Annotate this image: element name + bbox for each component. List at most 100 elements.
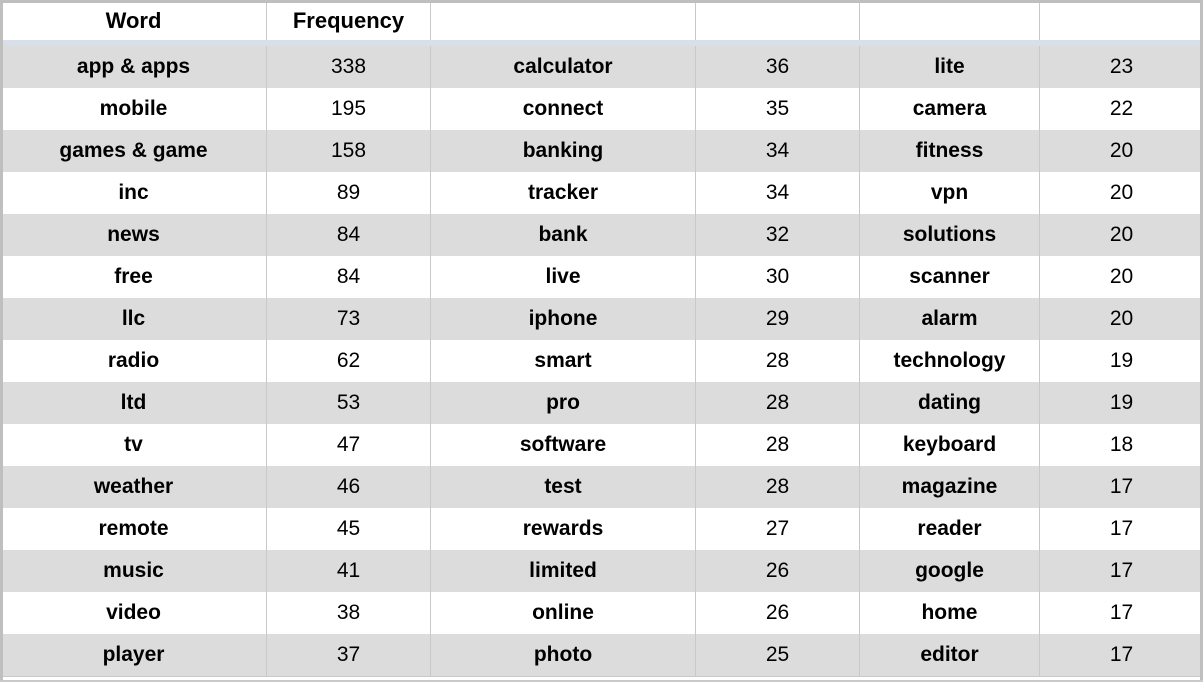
word-cell-2[interactable]: photo [430, 634, 696, 677]
word-cell-2[interactable]: iphone [430, 298, 696, 340]
frequency-cell-3[interactable]: 20 [1039, 214, 1203, 256]
table-row[interactable]: remote 45 rewards 27 reader 17 [0, 508, 1203, 550]
frequency-cell-1[interactable]: 41 [266, 550, 431, 592]
table-row[interactable]: inc 89 tracker 34 vpn 20 [0, 172, 1203, 214]
frequency-cell-1[interactable]: 47 [266, 424, 431, 466]
frequency-cell-1[interactable]: 89 [266, 172, 431, 214]
column-header-word-3[interactable] [859, 0, 1040, 40]
frequency-cell-2[interactable]: 35 [695, 88, 860, 130]
word-cell-3[interactable]: camera [859, 88, 1040, 130]
frequency-cell-3[interactable]: 20 [1039, 298, 1203, 340]
frequency-cell-2[interactable]: 29 [695, 298, 860, 340]
frequency-cell-2[interactable]: 26 [695, 592, 860, 634]
word-cell-2[interactable]: bank [430, 214, 696, 256]
word-cell-2[interactable]: software [430, 424, 696, 466]
frequency-cell-3[interactable]: 17 [1039, 634, 1203, 677]
word-cell-1[interactable]: app & apps [0, 46, 267, 88]
frequency-cell-2[interactable]: 27 [695, 508, 860, 550]
column-header-word-2[interactable] [430, 0, 696, 40]
frequency-cell-3[interactable]: 17 [1039, 508, 1203, 550]
table-row[interactable]: news 84 bank 32 solutions 20 [0, 214, 1203, 256]
frequency-cell-1[interactable]: 53 [266, 382, 431, 424]
table-row[interactable]: app & apps 338 calculator 36 lite 23 [0, 46, 1203, 88]
table-row[interactable]: tv 47 software 28 keyboard 18 [0, 424, 1203, 466]
word-cell-2[interactable]: tracker [430, 172, 696, 214]
frequency-cell-1[interactable]: 84 [266, 214, 431, 256]
table-row[interactable]: llc 73 iphone 29 alarm 20 [0, 298, 1203, 340]
word-cell-3[interactable]: google [859, 550, 1040, 592]
frequency-cell-1[interactable]: 73 [266, 298, 431, 340]
frequency-cell-2[interactable]: 28 [695, 466, 860, 508]
word-cell-1[interactable]: free [0, 256, 267, 298]
word-cell-1[interactable]: player [0, 634, 267, 677]
word-cell-1[interactable]: radio [0, 340, 267, 382]
frequency-cell-3[interactable]: 20 [1039, 172, 1203, 214]
table-row[interactable]: player 37 photo 25 editor 17 [0, 634, 1203, 677]
frequency-cell-3[interactable]: 20 [1039, 256, 1203, 298]
word-cell-3[interactable]: scanner [859, 256, 1040, 298]
word-cell-3[interactable]: home [859, 592, 1040, 634]
column-header-word-1[interactable]: Word [0, 0, 267, 40]
word-cell-2[interactable]: test [430, 466, 696, 508]
word-cell-1[interactable]: music [0, 550, 267, 592]
frequency-cell-3[interactable]: 19 [1039, 382, 1203, 424]
word-cell-3[interactable]: lite [859, 46, 1040, 88]
word-cell-1[interactable]: video [0, 592, 267, 634]
frequency-cell-3[interactable]: 17 [1039, 592, 1203, 634]
word-cell-2[interactable]: pro [430, 382, 696, 424]
frequency-cell-2[interactable]: 28 [695, 424, 860, 466]
frequency-cell-2[interactable]: 34 [695, 130, 860, 172]
frequency-cell-1[interactable]: 45 [266, 508, 431, 550]
table-row[interactable]: ltd 53 pro 28 dating 19 [0, 382, 1203, 424]
word-cell-3[interactable]: technology [859, 340, 1040, 382]
frequency-cell-2[interactable]: 28 [695, 382, 860, 424]
column-header-frequency-3[interactable] [1039, 0, 1203, 40]
table-row[interactable]: free 84 live 30 scanner 20 [0, 256, 1203, 298]
frequency-cell-1[interactable]: 37 [266, 634, 431, 677]
frequency-cell-1[interactable]: 158 [266, 130, 431, 172]
frequency-cell-1[interactable]: 38 [266, 592, 431, 634]
word-cell-2[interactable]: smart [430, 340, 696, 382]
frequency-cell-2[interactable]: 26 [695, 550, 860, 592]
frequency-cell-3[interactable]: 18 [1039, 424, 1203, 466]
word-cell-3[interactable]: dating [859, 382, 1040, 424]
word-cell-3[interactable]: fitness [859, 130, 1040, 172]
table-row[interactable]: games & game 158 banking 34 fitness 20 [0, 130, 1203, 172]
word-cell-1[interactable]: weather [0, 466, 267, 508]
word-cell-1[interactable]: llc [0, 298, 267, 340]
frequency-cell-2[interactable]: 25 [695, 634, 860, 677]
table-row[interactable]: video 38 online 26 home 17 [0, 592, 1203, 634]
table-row[interactable]: weather 46 test 28 magazine 17 [0, 466, 1203, 508]
frequency-cell-3[interactable]: 17 [1039, 550, 1203, 592]
frequency-cell-2[interactable]: 32 [695, 214, 860, 256]
frequency-cell-1[interactable]: 62 [266, 340, 431, 382]
column-header-frequency-1[interactable]: Frequency [266, 0, 431, 40]
word-cell-1[interactable]: remote [0, 508, 267, 550]
word-cell-1[interactable]: news [0, 214, 267, 256]
word-cell-1[interactable]: tv [0, 424, 267, 466]
word-cell-1[interactable]: games & game [0, 130, 267, 172]
table-row[interactable]: mobile 195 connect 35 camera 22 [0, 88, 1203, 130]
frequency-cell-2[interactable]: 28 [695, 340, 860, 382]
frequency-cell-3[interactable]: 20 [1039, 130, 1203, 172]
frequency-cell-1[interactable]: 84 [266, 256, 431, 298]
frequency-cell-3[interactable]: 23 [1039, 46, 1203, 88]
word-cell-1[interactable]: inc [0, 172, 267, 214]
word-cell-2[interactable]: online [430, 592, 696, 634]
word-cell-1[interactable]: ltd [0, 382, 267, 424]
word-cell-2[interactable]: calculator [430, 46, 696, 88]
table-row[interactable]: music 41 limited 26 google 17 [0, 550, 1203, 592]
frequency-cell-1[interactable]: 195 [266, 88, 431, 130]
frequency-cell-2[interactable]: 36 [695, 46, 860, 88]
word-cell-3[interactable]: reader [859, 508, 1040, 550]
word-cell-3[interactable]: editor [859, 634, 1040, 677]
word-cell-3[interactable]: magazine [859, 466, 1040, 508]
frequency-cell-2[interactable]: 34 [695, 172, 860, 214]
frequency-cell-1[interactable]: 338 [266, 46, 431, 88]
word-cell-2[interactable]: rewards [430, 508, 696, 550]
table-row[interactable]: radio 62 smart 28 technology 19 [0, 340, 1203, 382]
word-cell-1[interactable]: mobile [0, 88, 267, 130]
word-cell-3[interactable]: solutions [859, 214, 1040, 256]
word-cell-3[interactable]: keyboard [859, 424, 1040, 466]
frequency-cell-3[interactable]: 19 [1039, 340, 1203, 382]
